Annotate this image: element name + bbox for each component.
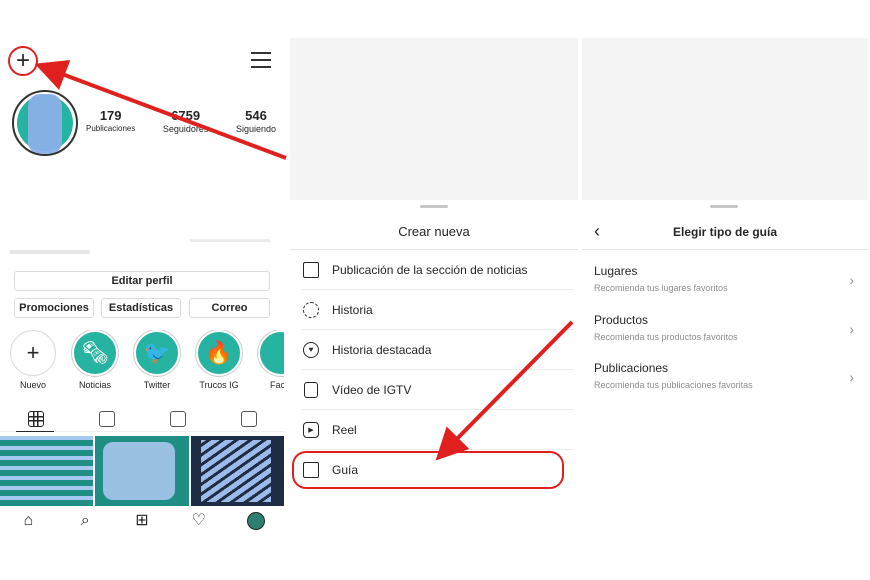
sheet-title: Elegir tipo de guía [672,225,777,239]
highlight-twitter[interactable]: 🐦 Twitter [134,330,180,390]
post-thumbnail[interactable] [0,436,94,506]
profile-tabs [0,406,284,432]
guide-option-title: Publicaciones [594,361,669,375]
chevron-right-icon: › [849,272,854,288]
guide-option-title: Productos [594,313,649,327]
post-thumbnail[interactable] [190,436,284,506]
stat-posts[interactable]: 179 Publicaciones [86,108,135,134]
create-highlight-item[interactable]: ♥ Historia destacada [302,330,574,370]
highlight-new[interactable]: + Nuevo [10,330,56,390]
reels-tab-icon[interactable] [98,410,115,427]
sheet-drag-handle[interactable] [710,205,738,208]
promotions-button[interactable]: Promociones [14,298,94,318]
stat-followers-value: 6759 [171,108,201,123]
create-item-label: Historia destacada [332,342,432,357]
dimmed-background [290,38,578,200]
redaction-scribble [28,94,62,154]
grid-tab-icon[interactable] [27,410,44,427]
bottom-nav: ⌂ ⌕ ⊞ ♡ [0,508,284,534]
highlight-label: Twitter [143,380,171,390]
bio-redacted [10,250,90,254]
facebook-icon [258,330,284,376]
hamburger-menu-icon[interactable] [251,52,271,68]
sheet-title: Crear nueva [398,224,470,239]
create-item-label: Historia [332,302,373,317]
create-item-label: Publicación de la sección de noticias [332,262,528,277]
post-thumbnail[interactable] [95,436,189,506]
stat-followers-label: Seguidores [162,124,209,134]
guide-option-posts[interactable]: Publicaciones Recomienda tus publicacion… [594,361,858,401]
active-tab-indicator [16,431,54,432]
guide-type-sheet: ‹ Elegir tipo de guía Lugares Recomienda… [582,38,868,534]
dimmed-background [582,38,868,200]
sheet-drag-handle[interactable] [420,205,448,208]
highlight-label: Noticias [78,380,111,390]
plus-icon: + [10,330,56,376]
igtv-tab-icon[interactable] [169,410,186,427]
new-post-button[interactable]: + [8,46,38,76]
stat-followers[interactable]: 6759 Seguidores [163,108,209,134]
chevron-right-icon: › [849,369,854,385]
stat-following-value: 546 [245,108,267,123]
statistics-button[interactable]: Estadísticas [101,298,181,318]
chevron-right-icon: › [849,321,854,337]
heart-icon[interactable]: ♡ [190,512,208,530]
create-item-label: Vídeo de IGTV [332,382,412,397]
highlight-label: Nuevo [19,380,46,390]
igtv-icon [302,381,320,399]
highlight-news[interactable]: 🗞 Noticias [72,330,118,390]
guide-option-subtitle: Recomienda tus publicaciones favoritas [594,380,753,390]
guide-option-subtitle: Recomienda tus lugares favoritos [594,283,728,293]
edit-profile-button[interactable]: Editar perfil [14,271,270,291]
newspaper-icon: 🗞 [72,330,118,376]
search-icon[interactable]: ⌕ [76,512,94,530]
story-highlights: + Nuevo 🗞 Noticias 🐦 Twitter 🔥 Trucos IG… [10,330,284,390]
profile-panel: + 179 Publicaciones 6759 Seguidores 546 … [0,38,284,534]
create-reel-item[interactable]: ▶ Reel [302,410,574,450]
highlight-label: Trucos IG [199,380,239,390]
create-feed-post-item[interactable]: Publicación de la sección de noticias [302,250,574,290]
highlight-ig-tricks[interactable]: 🔥 Trucos IG [196,330,242,390]
guide-option-subtitle: Recomienda tus productos favoritos [594,332,738,342]
create-story-item[interactable]: Historia [302,290,574,330]
create-new-sheet: Crear nueva Publicación de la sección de… [290,38,578,534]
annotation-highlight-oval [292,451,564,489]
bio-redacted [190,239,270,242]
stat-posts-label: Publicaciones [86,124,136,133]
tagged-tab-icon[interactable] [240,410,257,427]
create-item-label: Reel [332,422,357,437]
add-post-icon[interactable]: ⊞ [133,512,151,530]
story-icon [302,301,320,319]
guide-option-places[interactable]: Lugares Recomienda tus lugares favoritos… [594,264,858,304]
home-icon[interactable]: ⌂ [19,512,37,530]
stat-following[interactable]: 546 Siguiendo [236,108,276,134]
divider [582,249,868,250]
profile-avatar-small[interactable] [246,512,265,530]
stat-posts-value: 179 [99,108,122,123]
create-igtv-item[interactable]: Vídeo de IGTV [302,370,574,410]
highlight-icon: ♥ [302,341,320,359]
profile-top-bar: + [0,38,284,82]
plus-icon: + [15,47,30,74]
grid-icon [302,261,320,279]
profile-avatar[interactable] [12,90,78,156]
stat-following-label: Siguiendo [235,124,276,134]
guide-option-products[interactable]: Productos Recomienda tus productos favor… [594,313,858,353]
highlight-label: Facel [269,380,284,390]
post-grid [0,436,284,506]
guide-option-title: Lugares [594,264,638,278]
email-button[interactable]: Correo [189,298,270,318]
twitter-bird-icon: 🐦 [134,330,180,376]
profile-stats: 179 Publicaciones 6759 Seguidores 546 Si… [86,108,276,134]
fire-icon: 🔥 [196,330,242,376]
reel-icon: ▶ [302,421,320,439]
highlight-facebook[interactable]: Facel [258,330,284,390]
